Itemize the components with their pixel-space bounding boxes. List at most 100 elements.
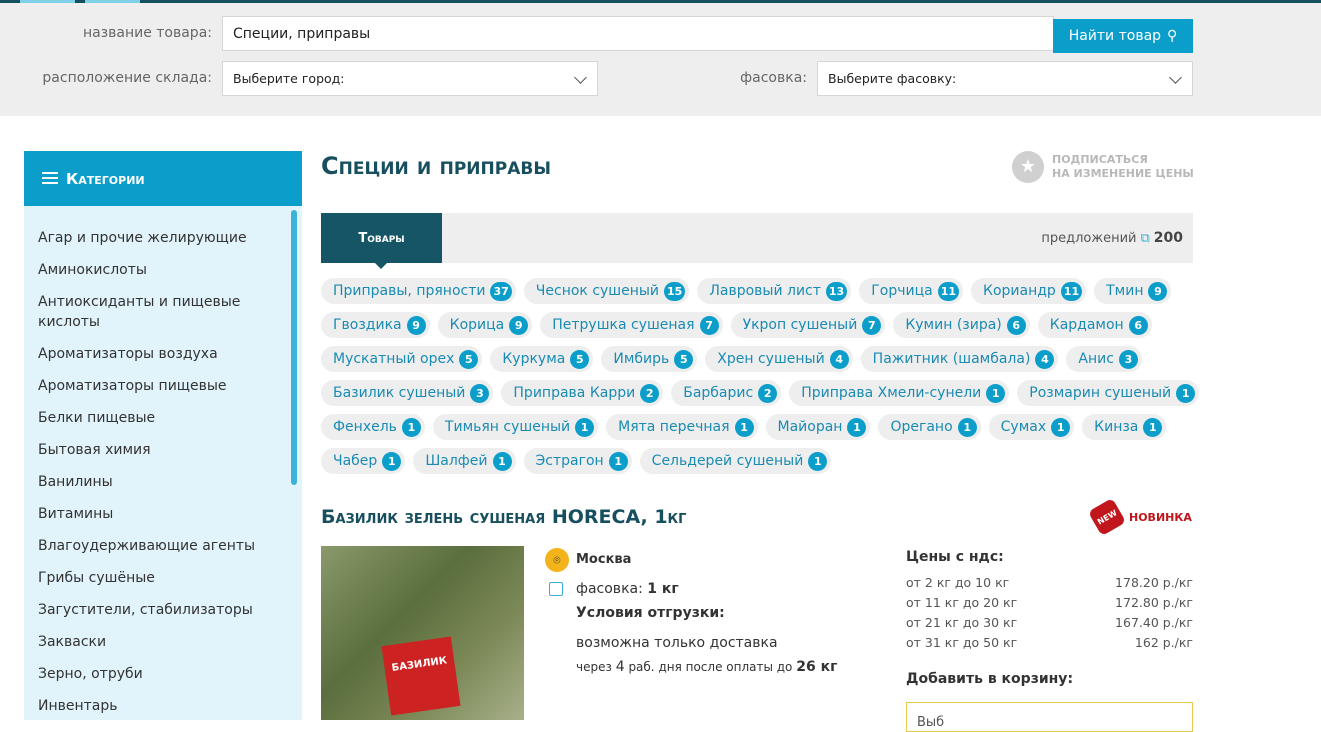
tag-label: Лавровый лист xyxy=(709,283,821,299)
delivery-mid: раб. дня после оплаты до xyxy=(628,660,793,674)
tag-item[interactable]: Эстрагон 1 xyxy=(523,448,632,474)
tag-count: 1 xyxy=(957,417,977,437)
tag-label: Кориандр xyxy=(983,283,1056,299)
tag-label: Кардамон xyxy=(1049,317,1124,333)
product-image[interactable]: БАЗИЛИК xyxy=(321,546,524,720)
tag-item[interactable]: Кинза 1 xyxy=(1082,414,1167,440)
tag-item[interactable]: Чеснок сушеный 15 xyxy=(523,278,690,304)
name-label: название товара: xyxy=(82,25,212,41)
product-title[interactable]: Базилик зелень сушеная HORECA, 1кг xyxy=(321,506,686,528)
tag-label: Майоран xyxy=(777,419,843,435)
category-item[interactable]: Ванилины xyxy=(24,472,288,492)
price-value: 162 р./кг xyxy=(1134,635,1193,650)
subscribe-price-button[interactable]: ★ ПОДПИСАТЬСЯ НА ИЗМЕНЕНИЕ ЦЕНЫ xyxy=(1012,151,1194,183)
category-item[interactable]: Агар и прочие желирующие xyxy=(24,228,288,248)
tag-count: 4 xyxy=(829,349,849,369)
price-range: от 2 кг до 10 кг xyxy=(906,575,1010,590)
tag-item[interactable]: Тимьян сушеный 1 xyxy=(432,414,599,440)
price-range: от 21 кг до 30 кг xyxy=(906,615,1018,630)
tag-label: Чабер xyxy=(333,453,378,469)
tag-item[interactable]: Анис 3 xyxy=(1066,346,1142,372)
tag-label: Мускатный орех xyxy=(333,351,455,367)
category-item[interactable]: Аминокислоты xyxy=(24,260,288,280)
tag-item[interactable]: Мята перечная 1 xyxy=(606,414,758,440)
tag-item[interactable]: Горчица 11 xyxy=(859,278,963,304)
tag-count: 6 xyxy=(1006,315,1026,335)
subcategory-tags: Приправы, пряности 37 Чеснок сушеный 15 Лавр… xyxy=(321,278,1201,474)
tag-item[interactable]: Пажитник (шамбала) 4 xyxy=(860,346,1059,372)
price-range: от 11 кг до 20 кг xyxy=(906,595,1018,610)
tag-item[interactable]: Шалфей 1 xyxy=(413,448,516,474)
tag-item[interactable]: Барбарис 2 xyxy=(671,380,782,406)
tag-count: 11 xyxy=(937,281,959,301)
category-item[interactable]: Антиоксиданты и пищевые кислоты xyxy=(24,292,288,332)
tag-item[interactable]: Приправы, пряности 37 xyxy=(321,278,516,304)
tag-item[interactable]: Куркума 5 xyxy=(490,346,594,372)
tag-item[interactable]: Кумин (зира) 6 xyxy=(893,312,1030,338)
tag-item[interactable]: Имбирь 5 xyxy=(601,346,698,372)
tag-item[interactable]: Базилик сушеный 3 xyxy=(321,380,494,406)
tag-count: 1 xyxy=(1143,417,1163,437)
tag-count: 1 xyxy=(401,417,421,437)
tag-item[interactable]: Орегано 1 xyxy=(878,414,981,440)
category-item[interactable]: Ароматизаторы пищевые xyxy=(24,376,288,396)
tag-label: Шалфей xyxy=(425,453,488,469)
category-item[interactable]: Витамины xyxy=(24,504,288,524)
category-item[interactable]: Грибы сушёные xyxy=(24,568,288,588)
page-title: Специи и приправы xyxy=(321,152,551,180)
product-name-input[interactable]: Специи, приправы xyxy=(222,16,1054,51)
tag-item[interactable]: Тмин 9 xyxy=(1094,278,1172,304)
tag-count: 5 xyxy=(570,349,590,369)
offers-icon: ⧉ xyxy=(1140,230,1150,246)
tag-item[interactable]: Мускатный орех 5 xyxy=(321,346,483,372)
packing-select[interactable]: Выберите фасовку: xyxy=(817,61,1193,96)
chevron-down-icon xyxy=(574,71,587,84)
tag-label: Кумин (зира) xyxy=(905,317,1002,333)
category-item[interactable]: Инвентарь xyxy=(24,696,288,716)
tag-item[interactable]: Чабер 1 xyxy=(321,448,406,474)
tag-item[interactable]: Кардамон 6 xyxy=(1037,312,1152,338)
tag-item[interactable]: Розмарин сушеный 1 xyxy=(1017,380,1200,406)
tag-item[interactable]: Фенхель 1 xyxy=(321,414,425,440)
tag-count: 1 xyxy=(1051,417,1071,437)
tag-label: Розмарин сушеный xyxy=(1029,385,1172,401)
tag-label: Приправа Хмели-сунели xyxy=(801,385,982,401)
scrollbar[interactable] xyxy=(291,210,297,485)
category-item[interactable]: Закваски xyxy=(24,632,288,652)
tag-count: 1 xyxy=(382,451,402,471)
cart-select[interactable]: Выб xyxy=(906,702,1193,732)
category-item[interactable]: Бытовая химия xyxy=(24,440,288,460)
tag-item[interactable]: Гвоздика 9 xyxy=(321,312,430,338)
tag-count: 37 xyxy=(490,281,512,301)
tag-count: 1 xyxy=(608,451,628,471)
list-icon xyxy=(42,171,58,186)
tag-item[interactable]: Приправа Хмели-сунели 1 xyxy=(789,380,1010,406)
tag-item[interactable]: Лавровый лист 13 xyxy=(697,278,852,304)
tag-label: Имбирь xyxy=(613,351,670,367)
tag-item[interactable]: Приправа Карри 2 xyxy=(501,380,664,406)
category-item[interactable]: Загустители, стабилизаторы xyxy=(24,600,288,620)
packing-value: 1 кг xyxy=(647,581,679,597)
category-item[interactable]: Ароматизаторы воздуха xyxy=(24,344,288,364)
tag-item[interactable]: Хрен сушеный 4 xyxy=(705,346,853,372)
tag-item[interactable]: Укроп сушеный 7 xyxy=(730,312,886,338)
tag-item[interactable]: Майоран 1 xyxy=(765,414,871,440)
category-item[interactable]: Зерно, отруби xyxy=(24,664,288,684)
tag-count: 9 xyxy=(509,315,529,335)
tag-item[interactable]: Кориандр 11 xyxy=(971,278,1087,304)
category-item[interactable]: Белки пищевые xyxy=(24,408,288,428)
tag-item[interactable]: Корица 9 xyxy=(437,312,533,338)
box-icon xyxy=(549,582,563,596)
find-button[interactable]: Найти товар ⚲ xyxy=(1053,19,1193,53)
tag-item[interactable]: Сельдерей сушеный 1 xyxy=(639,448,832,474)
tag-label: Куркума xyxy=(502,351,566,367)
tag-count: 15 xyxy=(664,281,686,301)
tag-item[interactable]: Петрушка сушеная 7 xyxy=(540,312,723,338)
subscribe-line1: ПОДПИСАТЬСЯ xyxy=(1052,153,1148,166)
tag-label: Тмин xyxy=(1106,283,1144,299)
tab-products[interactable]: Товары xyxy=(321,213,442,269)
warehouse-select[interactable]: Выберите город: xyxy=(222,61,598,96)
tag-label: Фенхель xyxy=(333,419,397,435)
category-item[interactable]: Влагоудерживающие агенты xyxy=(24,536,288,556)
tag-item[interactable]: Сумах 1 xyxy=(988,414,1075,440)
